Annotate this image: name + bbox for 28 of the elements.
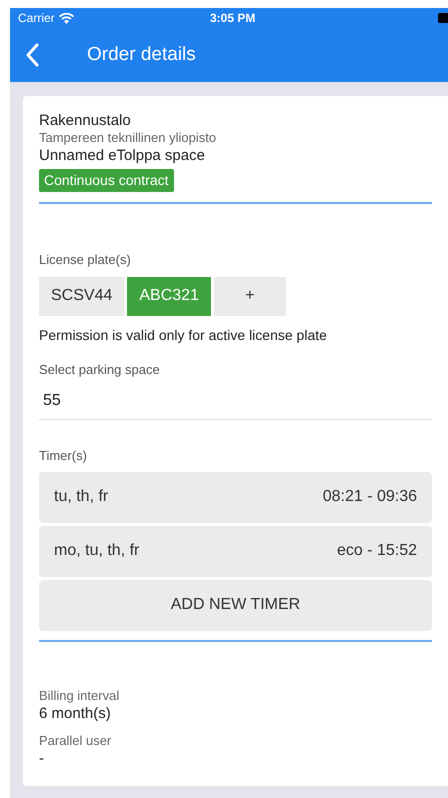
- organization-name: Tampereen teknillinen yliopisto: [39, 130, 218, 146]
- page-title: Order details: [87, 42, 196, 67]
- add-timer-button[interactable]: ADD NEW TIMER: [39, 580, 432, 630]
- detail-value: -: [39, 748, 45, 768]
- add-plate-button[interactable]: +: [214, 276, 286, 316]
- order-name: Rakennustalo: [39, 112, 132, 130]
- timer-time: 08:21 - 09:36: [322, 487, 417, 507]
- battery-icon: [438, 13, 448, 23]
- plates-label: License plate(s): [39, 251, 132, 269]
- timer-days: mo, tu, th, fr: [54, 539, 140, 563]
- status-time: 3:05 PM: [210, 10, 256, 27]
- timer-row[interactable]: mo, tu, th, fr eco - 15:52: [39, 526, 432, 576]
- back-chevron-icon: [25, 43, 39, 67]
- parking-space-field[interactable]: 55: [39, 389, 432, 420]
- license-plate-tab[interactable]: SCSV44: [39, 276, 124, 316]
- carrier-label: Carrier: [18, 10, 55, 27]
- timer-row[interactable]: tu, th, fr 08:21 - 09:36: [39, 472, 432, 522]
- plate-note: Permission is valid only for active license plate: [39, 326, 328, 345]
- detail-label: Parallel user: [39, 732, 112, 748]
- parking-space-label: Select parking space: [39, 360, 161, 379]
- detail-value: 6 month(s): [39, 704, 112, 722]
- space-name: Unnamed eTolppa space: [39, 146, 206, 166]
- contract-badge: Continuous contract: [39, 169, 174, 192]
- detail-label: Billing interval: [39, 688, 120, 704]
- timer-days: tu, th, fr: [54, 485, 108, 509]
- timer-time: eco - 15:52: [336, 541, 417, 561]
- timers-label: Timer(s): [39, 447, 88, 465]
- wifi-icon: [58, 12, 74, 24]
